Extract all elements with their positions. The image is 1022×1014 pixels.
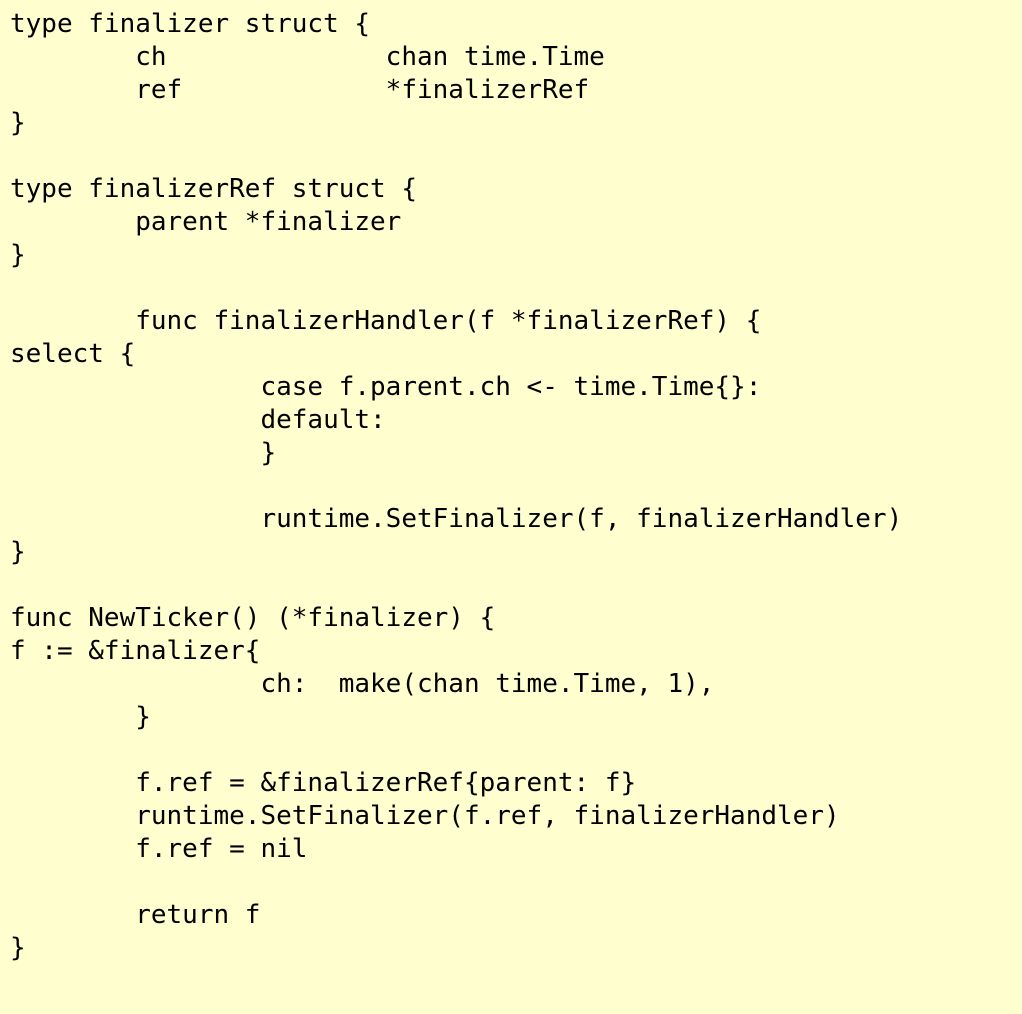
code-content: type finalizer struct { ch chan time.Tim… <box>10 9 902 963</box>
code-block: type finalizer struct { ch chan time.Tim… <box>0 0 1022 973</box>
